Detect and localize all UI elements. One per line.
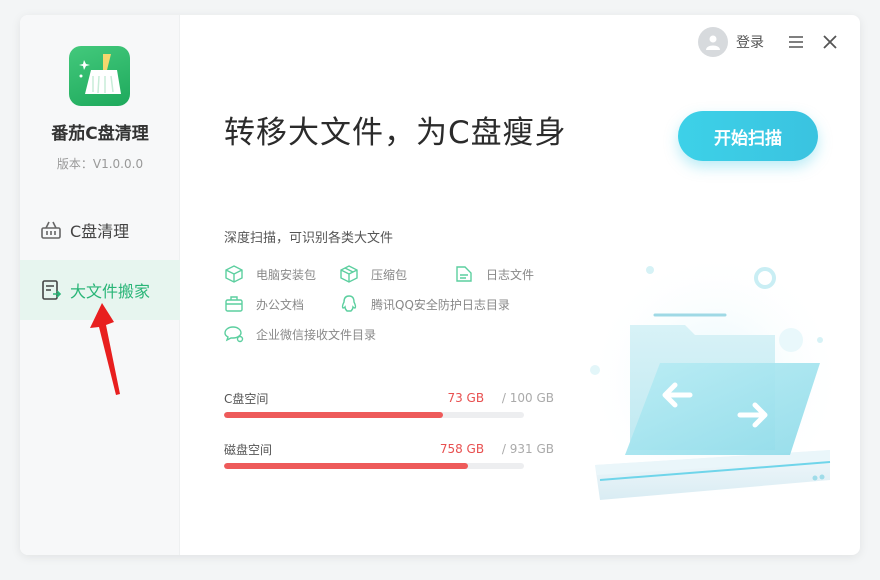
c-drive-usage: C盘空间 73 GB / 100 GB (224, 390, 554, 418)
close-icon[interactable] (820, 32, 840, 52)
header-controls: 登录 (698, 27, 840, 57)
app-window: 番茄C盘清理 版本：V1.0.0.0 C盘清理 大文件搬家 登录 转移大文件，为… (20, 15, 860, 555)
usage-total: / 100 GB (501, 391, 554, 405)
feature-item: 电脑安装包 (224, 264, 316, 284)
sidebar-item-label: C盘清理 (70, 222, 130, 241)
qq-icon (339, 294, 359, 314)
wechat-work-icon (224, 324, 244, 344)
red-arrow-annotation (90, 303, 120, 395)
menu-icon[interactable] (786, 32, 806, 52)
feature-item: 压缩包 (339, 264, 407, 284)
feature-item: 日志文件 (454, 264, 534, 284)
usage-used: 73 GB (447, 391, 485, 405)
usage-bar (224, 412, 524, 418)
usage-bar-fill (224, 463, 469, 469)
log-file-icon (454, 264, 474, 284)
usage-label: 磁盘空间 (224, 442, 273, 457)
sidebar-item-c-drive-clean[interactable]: C盘清理 (20, 200, 180, 260)
page-headline: 转移大文件，为C盘瘦身 (224, 115, 567, 151)
usage-total: / 931 GB (501, 442, 554, 456)
feature-item: 企业微信接收文件目录 (224, 324, 376, 344)
briefcase-icon (224, 294, 244, 314)
disk-usage: 磁盘空间 758 GB / 931 GB (224, 441, 554, 469)
package-icon (224, 264, 244, 284)
folder-transfer-illustration (585, 250, 845, 510)
feature-item: 办公文档 (224, 294, 304, 314)
sidebar: 番茄C盘清理 版本：V1.0.0.0 C盘清理 大文件搬家 (20, 15, 180, 555)
usage-bar-fill (224, 412, 443, 418)
app-logo-icon (69, 46, 130, 106)
scan-subtitle: 深度扫描，可识别各类大文件 (224, 231, 394, 246)
usage-bar (224, 463, 524, 469)
usage-used: 758 GB (439, 442, 485, 456)
feature-item: 腾讯QQ安全防护日志目录 (339, 294, 510, 314)
archive-icon (339, 264, 359, 284)
basket-icon (40, 219, 62, 241)
start-scan-button[interactable]: 开始扫描 (678, 111, 818, 161)
user-avatar-icon[interactable] (698, 27, 728, 57)
app-version: 版本：V1.0.0.0 (56, 157, 144, 171)
app-name: 番茄C盘清理 (51, 124, 149, 144)
login-link[interactable]: 登录 (736, 32, 764, 52)
file-move-icon (40, 279, 62, 301)
usage-label: C盘空间 (224, 391, 269, 406)
sidebar-item-label: 大文件搬家 (70, 282, 151, 301)
